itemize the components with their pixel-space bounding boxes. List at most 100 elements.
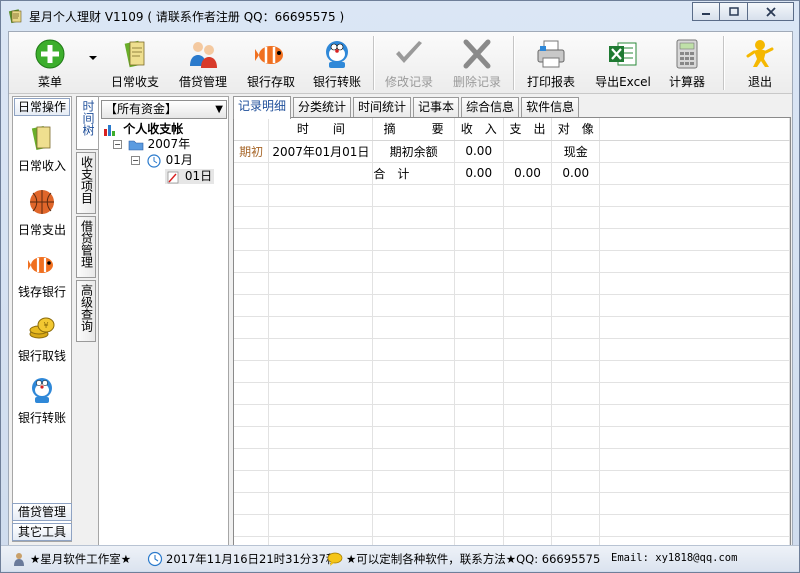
tab-bar: 记录明细 分类统计 时间统计 记事本 综合信息 软件信息 [233, 96, 581, 119]
table-cell: 0.00 [551, 162, 601, 185]
tree-panel: 【所有资金】 ▼ 个人收支帐 − 2007年 − 01月 01日 [98, 96, 229, 568]
tab-record-details[interactable]: 记录明细 [233, 96, 292, 119]
tree-node-year[interactable]: − 2007年 [113, 137, 190, 152]
status-ad: ★可以定制各种软件，联系方法★QQ: 66695575 [327, 551, 600, 567]
note-icon [167, 171, 179, 183]
bank-transfer-label: 银行转账 [312, 75, 361, 89]
status-datetime: 2017年11月16日21时31分37秒 [147, 551, 337, 567]
table-cell [599, 162, 790, 185]
table-header-cell[interactable]: 支 出 [503, 118, 553, 141]
status-email: Email: xy1818@qq.com [611, 552, 737, 564]
clock-icon [147, 153, 161, 168]
print-report-button[interactable]: 打印报表 [523, 38, 579, 90]
printer-icon [537, 40, 565, 68]
loan-button[interactable]: 借贷管理 [175, 38, 231, 90]
calculator-button[interactable]: 计算器 [659, 38, 715, 90]
minimize-icon [702, 12, 710, 15]
sidebar-item-daily-income[interactable]: 日常收入 [13, 123, 71, 174]
table-row [234, 184, 790, 207]
fund-filter-value: 【所有资金】 [105, 102, 178, 116]
exit-button[interactable]: 退出 [735, 38, 785, 90]
records-table[interactable]: 时 间 摘 要 收 入 支 出 对 像 期初 2007年01月01日 期初余额 … [233, 117, 791, 568]
table-header-cell[interactable]: 收 入 [454, 118, 504, 141]
vtab-time-tree[interactable]: 时间树 [76, 96, 98, 150]
table-row [234, 492, 790, 515]
tree-root-label: 个人收支帐 [123, 122, 184, 136]
tab-category-stats[interactable]: 分类统计 [293, 97, 352, 118]
vtab-loan-management[interactable]: 借贷管理 [76, 216, 96, 278]
status-ad-text: ★可以定制各种软件，联系方法★QQ: 66695575 [346, 552, 601, 566]
export-excel-button[interactable]: 导出Excel [591, 38, 655, 90]
tab-notepad[interactable]: 记事本 [413, 97, 460, 118]
toolbar-separator [513, 36, 515, 90]
delete-record-button[interactable]: 删除记录 [449, 38, 505, 90]
sidebar-item-deposit[interactable]: 钱存银行 [13, 249, 71, 300]
vtab-advanced-query[interactable]: 高级查询 [76, 280, 96, 342]
table-row [234, 338, 790, 361]
table-header-cell[interactable] [234, 118, 270, 141]
tab-software-info[interactable]: 软件信息 [521, 97, 580, 118]
daily-income-button[interactable]: 日常收支 [107, 38, 163, 90]
sidebar-item-withdraw[interactable]: ¥ 银行取钱 [13, 313, 71, 364]
coins-icon: ¥ [29, 317, 55, 339]
person-icon [14, 553, 24, 566]
table-cell: 现金 [551, 140, 601, 163]
table-row [234, 470, 790, 493]
table-header-row: 时 间 摘 要 收 入 支 出 对 像 [234, 118, 790, 141]
close-button[interactable] [748, 2, 794, 21]
collapse-icon[interactable]: − [131, 156, 140, 165]
sidebar-item-daily-expense[interactable]: 日常支出 [13, 187, 71, 238]
sidebar-item-transfer[interactable]: 银行转账 [13, 375, 71, 426]
status-email-text: Email: xy1818@qq.com [611, 552, 738, 564]
tab-summary-info[interactable]: 综合信息 [461, 97, 520, 118]
table-row [234, 448, 790, 471]
minimize-button[interactable] [692, 2, 720, 21]
table-header-cell[interactable]: 时 间 [268, 118, 374, 141]
toolbar: 菜单 日常收支 借贷管理 银行存取 银行转账 修改记录 删除记录 打印报表 导出… [9, 32, 792, 94]
table-row[interactable]: 合 计 0.00 0.00 0.00 [234, 162, 790, 185]
tree-node-month[interactable]: − 01月 [131, 153, 193, 168]
table-row[interactable]: 期初 2007年01月01日 期初余额 0.00 现金 [234, 140, 790, 163]
sidebar-loan-management[interactable]: 借贷管理 [12, 503, 72, 521]
tab-time-stats[interactable]: 时间统计 [353, 97, 412, 118]
table-header-cell[interactable]: 摘 要 [372, 118, 455, 141]
book-icon [31, 125, 51, 151]
table-cell [268, 162, 374, 185]
close-icon [765, 6, 776, 17]
maximize-icon [728, 6, 739, 16]
maximize-button[interactable] [720, 2, 748, 21]
vtab-label: 高级查询 [79, 284, 94, 332]
sidebar-header[interactable]: 日常操作 [14, 98, 70, 116]
menu-button[interactable]: 菜单 [23, 38, 77, 90]
export-excel-label: 导出Excel [595, 75, 651, 89]
table-cell: 2007年01月01日 [268, 140, 374, 163]
title-bar[interactable]: 星月个人理财 V1109 ( 请联系作者注册 QQ：66695575 ) [1, 1, 799, 31]
fish-icon [255, 46, 283, 64]
sidebar-other-tools[interactable]: 其它工具 [12, 523, 72, 541]
app-window: 星月个人理财 V1109 ( 请联系作者注册 QQ：66695575 ) 菜单 [0, 0, 800, 573]
edit-record-button[interactable]: 修改记录 [381, 38, 437, 90]
status-datetime-text: 2017年11月16日21时31分37秒 [166, 552, 338, 566]
doraemon-icon [32, 378, 52, 403]
table-row [234, 250, 790, 273]
calculator-icon [676, 39, 698, 69]
window-title: 星月个人理财 V1109 ( 请联系作者注册 QQ：66695575 ) [29, 10, 345, 24]
vtab-income-expense-items[interactable]: 收支项目 [76, 152, 96, 214]
sidebar-item-label: 银行取钱 [17, 349, 66, 363]
table-row [234, 294, 790, 317]
table-cell: 0.00 [503, 162, 553, 185]
tree-node-day[interactable]: 01日 [165, 169, 215, 184]
fund-filter-select[interactable]: 【所有资金】 ▼ [101, 100, 227, 119]
app-logo-icon [8, 9, 22, 24]
table-header-cell[interactable]: 对 像 [551, 118, 601, 141]
bank-transfer-button[interactable]: 银行转账 [309, 38, 365, 90]
table-header-cell[interactable] [599, 118, 790, 141]
delete-x-icon [463, 39, 491, 69]
table-row [234, 360, 790, 383]
collapse-icon[interactable]: − [113, 140, 122, 149]
bank-deposit-button[interactable]: 银行存取 [243, 38, 299, 90]
chat-bubble-icon [327, 552, 343, 566]
tree-root[interactable]: 个人收支帐 [103, 122, 183, 137]
toolbar-separator [373, 36, 375, 90]
status-studio-text: ★星月软件工作室★ [30, 552, 132, 566]
